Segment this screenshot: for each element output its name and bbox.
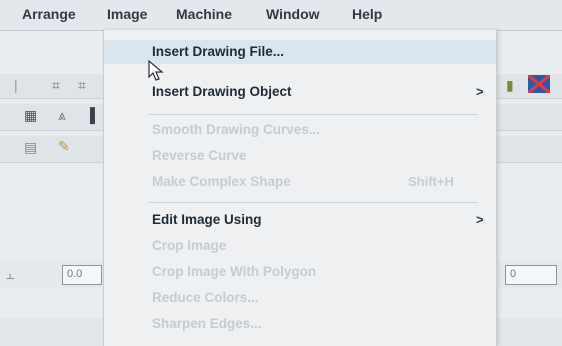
menu-item-label: Crop Image With Polygon [152,264,317,279]
right-value-field[interactable]: 0 [505,265,557,285]
menu-item-label: Reduce Colors... [152,290,259,305]
menu-item-label: Reverse Curve [152,148,247,163]
menu-help[interactable]: Help [352,6,382,22]
submenu-arrow-icon: > [476,84,484,99]
position-icon: ⫠ [6,266,15,282]
menu-item-reverse-curve: Reverse Curve [104,144,496,168]
menu-window[interactable]: Window [266,6,320,22]
tool-edge-icon[interactable]: ▌ [90,107,100,123]
menu-item-label: Insert Drawing File... [152,44,285,59]
menu-item-label: Make Complex Shape [152,174,291,189]
image-tool-icon[interactable]: ▤ [24,139,37,156]
menu-machine[interactable]: Machine [176,6,232,22]
grid-icon[interactable]: ▦ [24,107,37,124]
submenu-arrow-icon: > [476,212,484,227]
menu-image[interactable]: Image [107,6,147,22]
menu-item-reduce-colors: Reduce Colors... [104,286,496,310]
menu-item-shortcut: Shift+H [408,174,454,189]
menu-item-make-complex-shape: Make Complex Shape Shift+H [104,170,496,194]
menu-item-sharpen-edges: Sharpen Edges... [104,312,496,336]
left-value-field[interactable]: 0.0 [62,265,102,285]
menu-item-label: Smooth Drawing Curves... [152,122,321,137]
text-tool-2-icon[interactable]: ⌗ [78,77,86,94]
flag-icon[interactable] [527,73,551,96]
menu-separator [148,114,478,115]
menu-item-label: Crop Image [152,238,227,253]
triangle-icon[interactable]: ⩓ [58,107,66,124]
menu-arrange[interactable]: Arrange [22,6,76,22]
menu-item-edit-image-using[interactable]: Edit Image Using > [104,208,496,232]
menu-bar: Arrange Image Machine Window Help [0,0,562,31]
text-tool-icon[interactable]: ⌗ [52,77,60,94]
paint-icon[interactable]: ✎ [58,138,70,155]
menu-separator [148,202,478,203]
menu-item-label: Sharpen Edges... [152,316,262,331]
tool-small-icon[interactable]: ▮ [506,77,514,94]
menu-item-label: Edit Image Using [152,212,262,227]
menu-item-crop-image-with-polygon: Crop Image With Polygon [104,260,496,284]
mouse-pointer-icon [148,59,164,87]
divider-icon: | [14,77,18,93]
menu-item-crop-image: Crop Image [104,234,496,258]
menu-item-smooth-drawing-curves: Smooth Drawing Curves... [104,118,496,142]
menu-item-label: Insert Drawing Object [152,84,292,99]
